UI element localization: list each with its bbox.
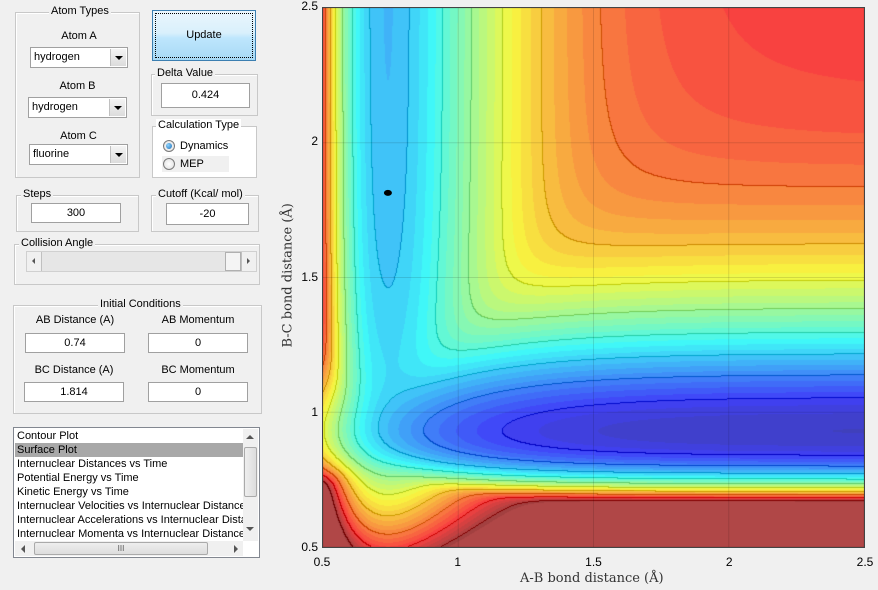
atom-a-dropdown[interactable]: hydrogen bbox=[30, 47, 128, 68]
radio-mep[interactable]: MEP bbox=[162, 156, 229, 172]
atom-a-label: Atom A bbox=[61, 30, 97, 42]
bc-momentum-label: BC Momentum bbox=[161, 364, 235, 376]
cutoff-title: Cutoff (Kcal/ mol) bbox=[156, 188, 245, 200]
steps-title: Steps bbox=[21, 188, 54, 200]
ab-momentum-input[interactable]: 0 bbox=[148, 333, 248, 353]
list-item[interactable]: Internuclear Velocities vs Internuclear … bbox=[15, 499, 243, 513]
delta-value-title: Delta Value bbox=[155, 67, 216, 79]
radio-dynamics[interactable]: Dynamics bbox=[162, 139, 242, 155]
trajectory-point bbox=[383, 189, 392, 196]
x-tick-label: 2.5 bbox=[856, 555, 874, 569]
ab-distance-label: AB Distance (A) bbox=[35, 314, 115, 326]
x-tick-label: 1.5 bbox=[585, 555, 602, 569]
scroll-up-arrow-icon[interactable] bbox=[246, 435, 254, 439]
update-button[interactable]: Update bbox=[152, 10, 256, 61]
y-tick-label: 1 bbox=[311, 404, 318, 419]
list-item[interactable]: Internuclear Momenta vs Internuclear Dis… bbox=[15, 527, 243, 541]
calculation-type-title: Calculation Type bbox=[156, 119, 242, 131]
radio-dynamics-indicator[interactable] bbox=[163, 140, 175, 152]
vertical-scrollbar[interactable] bbox=[243, 429, 258, 541]
slider-left-arrow-icon[interactable] bbox=[27, 252, 42, 271]
collision-angle-slider[interactable] bbox=[26, 251, 257, 272]
y-axis-label: B-C bond distance (Å) bbox=[280, 203, 296, 348]
plot-type-listbox[interactable]: Contour Plot Surface Plot Internuclear Dis… bbox=[13, 427, 260, 558]
cutoff-input[interactable]: -20 bbox=[166, 203, 249, 225]
slider-right-arrow-icon[interactable] bbox=[241, 252, 256, 271]
scroll-left-arrow-icon[interactable] bbox=[21, 545, 25, 553]
list-item[interactable]: Kinetic Energy vs Time bbox=[15, 485, 243, 499]
horizontal-scrollbar[interactable]: III bbox=[15, 541, 243, 556]
atom-a-value: hydrogen bbox=[34, 51, 80, 63]
bc-distance-label: BC Distance (A) bbox=[34, 364, 114, 376]
collision-angle-title: Collision Angle bbox=[19, 237, 96, 249]
list-item[interactable]: Potential Energy vs Time bbox=[15, 471, 243, 485]
atom-c-dropdown[interactable]: fluorine bbox=[29, 144, 128, 165]
slider-thumb[interactable] bbox=[225, 252, 241, 271]
list-item[interactable]: Internuclear Distances vs Time bbox=[15, 457, 243, 471]
atom-b-dropdown[interactable]: hydrogen bbox=[28, 97, 127, 118]
ab-distance-input[interactable]: 0.74 bbox=[25, 333, 125, 353]
radio-mep-indicator[interactable] bbox=[163, 158, 175, 170]
list-item[interactable]: Internuclear Accelerations vs Internucle… bbox=[15, 513, 243, 527]
scroll-down-arrow-icon[interactable] bbox=[246, 527, 254, 531]
x-axis-label: A-B bond distance (Å) bbox=[520, 571, 664, 586]
atom-c-label: Atom C bbox=[60, 130, 97, 142]
bc-distance-input[interactable]: 1.814 bbox=[24, 382, 124, 402]
atom-types-title: Atom Types bbox=[49, 5, 111, 17]
atom-b-value: hydrogen bbox=[32, 101, 78, 113]
x-tick-label: 2 bbox=[725, 555, 733, 569]
radio-dynamics-label: Dynamics bbox=[180, 140, 229, 152]
steps-input[interactable]: 300 bbox=[31, 203, 121, 223]
y-tick-label: 2 bbox=[311, 134, 318, 149]
chevron-down-icon bbox=[110, 146, 126, 163]
x-tick-label: 1 bbox=[454, 555, 462, 569]
contour-plot[interactable] bbox=[322, 7, 865, 548]
y-tick-label: 0.5 bbox=[301, 540, 318, 554]
ab-momentum-label: AB Momentum bbox=[161, 314, 235, 326]
y-tick-label: 2.5 bbox=[301, 0, 318, 13]
chevron-down-icon bbox=[110, 49, 126, 66]
chevron-down-icon bbox=[109, 99, 125, 116]
delta-value-input[interactable]: 0.424 bbox=[161, 83, 250, 108]
horizontal-scroll-thumb[interactable]: III bbox=[34, 542, 208, 555]
scroll-right-arrow-icon[interactable] bbox=[234, 545, 238, 553]
bc-momentum-input[interactable]: 0 bbox=[148, 382, 248, 402]
list-item[interactable]: Contour Plot bbox=[15, 429, 243, 443]
initial-conditions-title: Initial Conditions bbox=[98, 298, 183, 310]
atom-c-value: fluorine bbox=[33, 148, 70, 160]
list-item[interactable]: Surface Plot bbox=[15, 443, 243, 457]
atom-b-label: Atom B bbox=[59, 80, 96, 92]
plot-overlay bbox=[323, 8, 864, 547]
radio-mep-label: MEP bbox=[180, 158, 204, 170]
vertical-scroll-thumb[interactable] bbox=[244, 447, 257, 497]
x-tick-label: 0.5 bbox=[313, 555, 331, 569]
